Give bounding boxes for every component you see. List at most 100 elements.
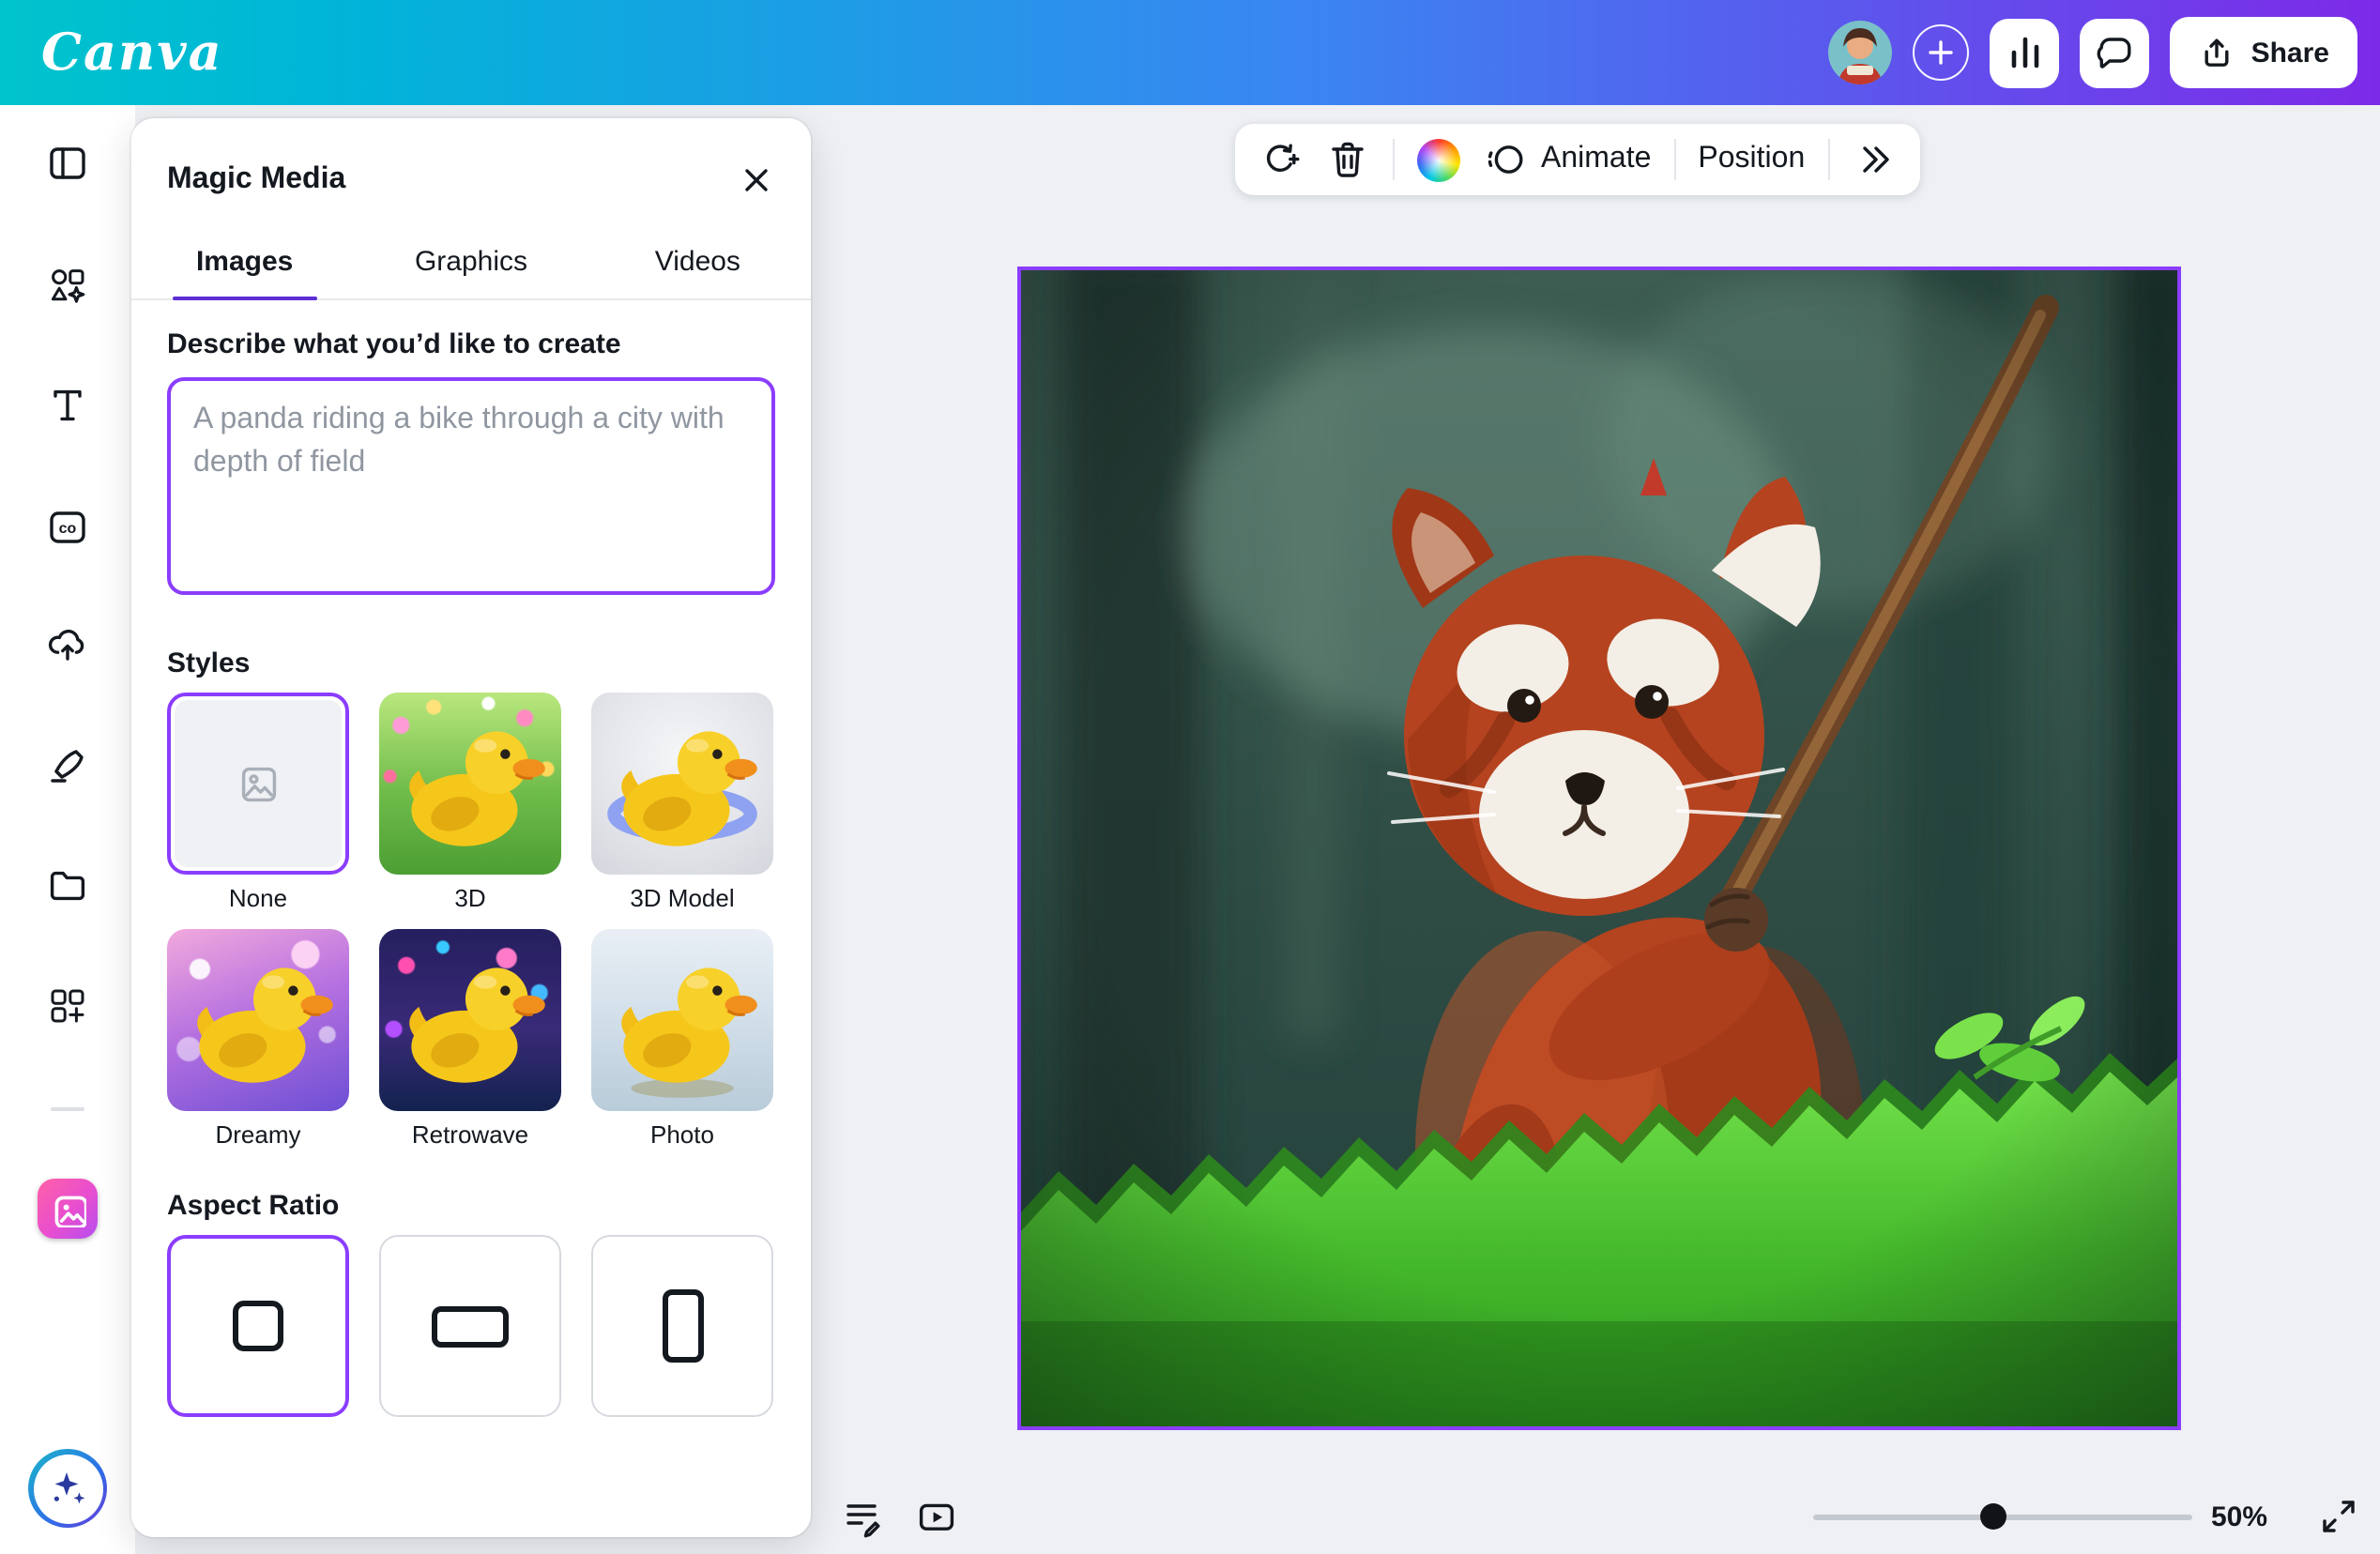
expand-icon xyxy=(2316,1494,2361,1539)
notes-button[interactable] xyxy=(839,1496,884,1541)
style-label: Dreamy xyxy=(215,1120,300,1149)
top-bar: Canva xyxy=(0,0,2380,105)
sidebar-item-uploads[interactable] xyxy=(45,621,90,666)
none-card-body xyxy=(175,700,342,867)
sidebar-item-elements[interactable] xyxy=(45,263,90,308)
style-label: 3D xyxy=(454,884,485,912)
rail-divider xyxy=(51,1107,84,1111)
fullscreen-button[interactable] xyxy=(2316,1494,2361,1539)
avatar[interactable] xyxy=(1829,21,1893,84)
aspect-card-portrait[interactable] xyxy=(591,1235,773,1417)
animate-label: Animate xyxy=(1541,143,1651,176)
square-ratio-icon xyxy=(233,1301,283,1351)
close-icon xyxy=(738,161,775,199)
double-chevron-right-icon xyxy=(1852,137,1897,182)
style-card-none[interactable] xyxy=(167,693,349,875)
image-placeholder-icon xyxy=(236,761,281,806)
notes-icon xyxy=(839,1496,884,1541)
magic-media-panel: Magic Media Images Graphics Videos Descr… xyxy=(131,118,811,1537)
magic-media-icon xyxy=(49,1190,86,1227)
tab-images[interactable]: Images xyxy=(131,229,358,298)
aspect-card-square[interactable] xyxy=(167,1235,349,1417)
aspect-ratio-heading: Aspect Ratio xyxy=(131,1190,811,1222)
text-icon xyxy=(45,383,90,428)
canva-assistant-button[interactable] xyxy=(28,1449,107,1528)
tab-graphics[interactable]: Graphics xyxy=(358,229,584,298)
canva-app: Canva xyxy=(0,0,2380,1554)
prompt-input[interactable] xyxy=(167,377,775,595)
insights-button[interactable] xyxy=(1991,18,2060,87)
style-option-3d-model[interactable]: 3D Model xyxy=(591,693,773,912)
animate-button[interactable]: Animate xyxy=(1483,137,1651,182)
avatar-image xyxy=(1829,21,1893,84)
styles-heading: Styles xyxy=(131,648,811,679)
sidebar-rail: co xyxy=(0,105,135,1554)
sidebar-item-projects[interactable] xyxy=(45,863,90,908)
topbar-actions: Share xyxy=(1829,17,2357,88)
panel-header: Magic Media xyxy=(131,118,811,205)
delete-button[interactable] xyxy=(1325,137,1370,182)
styles-grid: None 3D 3D Model Dreamy xyxy=(131,693,811,1149)
tab-videos[interactable]: Videos xyxy=(585,229,811,298)
portrait-ratio-icon xyxy=(662,1289,703,1363)
style-card-3d-model[interactable] xyxy=(591,693,773,875)
assistant-inner xyxy=(33,1454,102,1523)
regenerate-button[interactable] xyxy=(1258,137,1303,182)
sidebar-item-brand[interactable]: co xyxy=(45,505,90,550)
position-button[interactable]: Position xyxy=(1698,143,1805,176)
design-icon xyxy=(45,141,90,186)
svg-text:co: co xyxy=(59,521,77,537)
style-option-dreamy[interactable]: Dreamy xyxy=(167,929,349,1149)
animate-icon xyxy=(1483,137,1528,182)
aspect-option-portrait[interactable] xyxy=(591,1235,773,1417)
style-option-none[interactable]: None xyxy=(167,693,349,912)
toolbar-divider xyxy=(1673,139,1675,180)
cloud-upload-icon xyxy=(45,621,90,666)
pen-icon xyxy=(45,743,90,788)
close-button[interactable] xyxy=(732,156,781,205)
comments-button[interactable] xyxy=(2081,18,2150,87)
sidebar-item-apps[interactable] xyxy=(45,983,90,1028)
style-card-photo[interactable] xyxy=(591,929,773,1111)
present-button[interactable] xyxy=(914,1496,959,1541)
sparkles-icon xyxy=(45,1466,90,1511)
style-option-3d[interactable]: 3D xyxy=(379,693,561,912)
style-option-retrowave[interactable]: Retrowave xyxy=(379,929,561,1149)
presentation-play-icon xyxy=(914,1496,959,1541)
share-button[interactable]: Share xyxy=(2171,17,2357,88)
regenerate-icon xyxy=(1258,137,1303,182)
zoom-slider-handle[interactable] xyxy=(1980,1503,2006,1530)
style-card-retrowave[interactable] xyxy=(379,929,561,1111)
color-wheel-icon[interactable] xyxy=(1417,138,1460,181)
sidebar-item-draw[interactable] xyxy=(45,743,90,788)
aspect-ratio-grid xyxy=(131,1235,811,1417)
sidebar-item-magic-media[interactable] xyxy=(38,1179,98,1239)
canva-logo[interactable]: Canva xyxy=(41,23,223,82)
sidebar-item-design[interactable] xyxy=(45,141,90,186)
folder-icon xyxy=(45,863,90,908)
toolbar-divider xyxy=(1827,139,1829,180)
toolbar-divider xyxy=(1393,139,1395,180)
style-card-3d[interactable] xyxy=(379,693,561,875)
style-label: Retrowave xyxy=(412,1120,528,1149)
describe-heading: Describe what you’d like to create xyxy=(131,328,811,360)
share-upload-icon xyxy=(2199,34,2236,71)
prompt-box xyxy=(167,377,775,604)
more-tools-button[interactable] xyxy=(1852,137,1897,182)
style-label: Photo xyxy=(650,1120,714,1149)
sidebar-item-text[interactable] xyxy=(45,383,90,428)
share-label: Share xyxy=(2251,37,2329,69)
selected-image-red-panda[interactable] xyxy=(1017,267,2181,1430)
style-card-dreamy[interactable] xyxy=(167,929,349,1111)
aspect-option-square[interactable] xyxy=(167,1235,349,1417)
aspect-card-landscape[interactable] xyxy=(379,1235,561,1417)
trash-icon xyxy=(1325,137,1370,182)
apps-grid-icon xyxy=(45,983,90,1028)
red-panda-artwork xyxy=(1021,270,2177,1426)
elements-icon xyxy=(45,263,90,308)
aspect-option-landscape[interactable] xyxy=(379,1235,561,1417)
style-option-photo[interactable]: Photo xyxy=(591,929,773,1149)
zoom-level: 50% xyxy=(2211,1501,2267,1533)
add-button[interactable] xyxy=(1914,24,1970,81)
brand-icon: co xyxy=(45,505,90,550)
